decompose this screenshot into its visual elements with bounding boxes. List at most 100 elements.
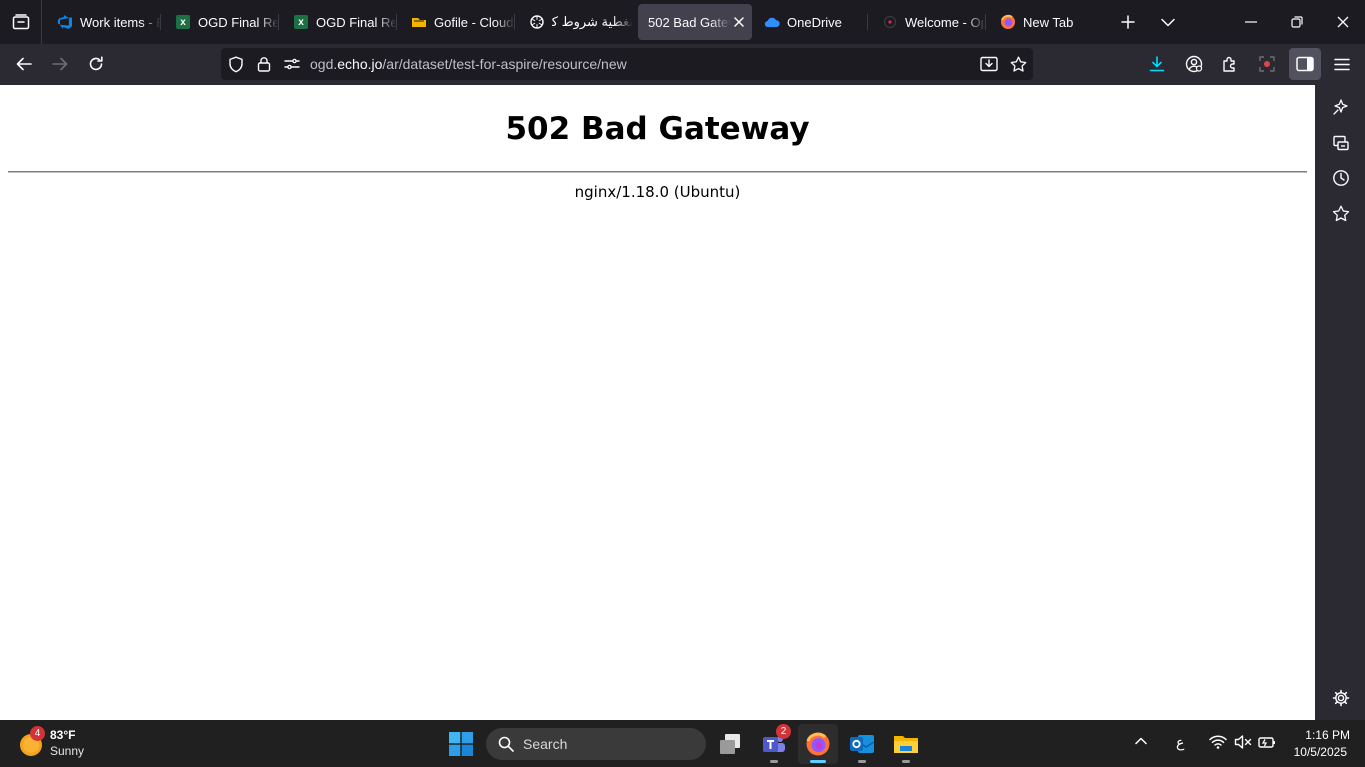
extensions-button[interactable]: [1214, 48, 1246, 80]
outlook-icon: [850, 735, 875, 753]
tab-opera-welcome[interactable]: Welcome - Opera: [872, 4, 986, 40]
downloads-button[interactable]: [1141, 48, 1173, 80]
onedrive-icon: [764, 14, 780, 30]
tab-label: Welcome - Opera: [905, 14, 986, 30]
firefox-icon: [806, 732, 830, 756]
tab-502-bad-gateway[interactable]: 502 Bad Gateway: [638, 4, 752, 40]
address-bar[interactable]: ogd.echo.jo/ar/dataset/test-for-aspire/r…: [221, 48, 1033, 80]
tab-gofile[interactable]: Gofile - Cloud: [401, 4, 515, 40]
tab-separator: [160, 14, 161, 30]
task-view-button[interactable]: [710, 724, 750, 764]
tab-separator: [985, 14, 986, 30]
tab-ogd-final-report-1[interactable]: x OGD Final Report: [165, 4, 279, 40]
minimize-button[interactable]: [1229, 0, 1273, 44]
tab-chatgpt[interactable]: تغطية شروط كأس: [519, 4, 633, 40]
star-icon: [1010, 56, 1026, 72]
battery-button[interactable]: [1258, 734, 1276, 750]
sidebar-ai-chatbot-button[interactable]: [1328, 94, 1354, 120]
tab-work-items[interactable]: Work items - Boards: [47, 4, 161, 40]
tab-label: Gofile - Cloud: [434, 14, 514, 30]
task-view-icon: [720, 734, 740, 754]
sidebar-synced-tabs-button[interactable]: [1328, 130, 1354, 156]
arrow-right-icon: [52, 57, 68, 71]
puzzle-icon: [1223, 56, 1235, 72]
tab-separator: [278, 14, 279, 30]
sidebar-bookmarks-button[interactable]: [1328, 200, 1354, 226]
back-button[interactable]: [8, 48, 40, 80]
app-menu-button[interactable]: [1326, 48, 1358, 80]
bookmark-page-button[interactable]: [1006, 48, 1030, 80]
firefox-view-icon: [12, 14, 29, 30]
sidebar: [1315, 85, 1365, 720]
firefox-icon: [1000, 14, 1016, 30]
taskbar-search-box[interactable]: Search: [486, 728, 706, 760]
volume-muted-icon: [1234, 735, 1252, 749]
tracking-protection-button[interactable]: [224, 48, 248, 80]
clock-time[interactable]: 1:16 PM: [1290, 728, 1350, 742]
install-page-button[interactable]: [977, 48, 1001, 80]
volume-button[interactable]: [1234, 734, 1252, 750]
network-button[interactable]: [1209, 734, 1227, 750]
show-hidden-icons-button[interactable]: [1134, 734, 1148, 748]
sidebar-toggle-button[interactable]: [1289, 48, 1321, 80]
tab-separator: [396, 14, 397, 30]
running-indicator: [902, 760, 910, 763]
star-icon: [1332, 205, 1350, 221]
url-text[interactable]: ogd.echo.jo/ar/dataset/test-for-aspire/r…: [310, 48, 627, 80]
page-content: 502 Bad Gateway nginx/1.18.0 (Ubuntu): [0, 85, 1315, 720]
divider: [8, 171, 1307, 173]
site-security-button[interactable]: [252, 48, 276, 80]
hamburger-menu-icon: [1334, 58, 1350, 70]
server-signature: nginx/1.18.0 (Ubuntu): [574, 183, 741, 201]
download-icon: [1149, 56, 1165, 72]
tab-label: تغطية شروط كأس: [552, 14, 633, 29]
url-host: echo.jo: [337, 56, 383, 72]
forward-button[interactable]: [44, 48, 76, 80]
url-prefix: ogd.: [310, 56, 338, 72]
excel-icon: x: [293, 14, 309, 30]
screenshot-button[interactable]: [1251, 48, 1283, 80]
synced-tabs-icon: [1333, 135, 1349, 151]
outlook-app-button[interactable]: [842, 724, 882, 764]
tab-label: OGD Final Report: [198, 14, 279, 30]
navigation-toolbar: ogd.echo.jo/ar/dataset/test-for-aspire/r…: [0, 44, 1365, 85]
tab-ogd-final-report-2[interactable]: x OGD Final Report: [283, 4, 397, 40]
start-button[interactable]: [441, 724, 481, 764]
tab-onedrive[interactable]: OneDrive: [754, 4, 868, 40]
list-all-tabs-button[interactable]: [1153, 6, 1183, 38]
running-indicator: [770, 760, 778, 763]
running-indicator: [858, 760, 866, 763]
shield-icon: [229, 56, 243, 72]
input-language-indicator[interactable]: ع: [1176, 734, 1184, 751]
tab-separator: [514, 14, 515, 30]
chevron-up-icon: [1135, 737, 1147, 745]
firefox-view-button[interactable]: [0, 0, 42, 44]
file-explorer-app-button[interactable]: [886, 724, 926, 764]
search-label: Search: [523, 736, 568, 752]
tab-new-tab[interactable]: New Tab: [990, 4, 1104, 40]
tab-label: OneDrive: [787, 14, 842, 30]
restore-button[interactable]: [1275, 0, 1319, 44]
new-tab-button[interactable]: [1113, 6, 1143, 38]
firefox-app-button[interactable]: [798, 724, 838, 764]
azure-devops-icon: [57, 14, 73, 30]
sidebar-history-button[interactable]: [1328, 165, 1354, 191]
install-icon: [980, 56, 998, 72]
close-window-button[interactable]: [1321, 0, 1365, 44]
clock-date[interactable]: 10/5/2025: [1283, 745, 1347, 759]
close-tab-button[interactable]: [731, 13, 746, 31]
chevron-down-icon: [1161, 18, 1175, 26]
close-icon: [733, 17, 744, 27]
account-button[interactable]: [1178, 48, 1210, 80]
close-icon: [1337, 16, 1349, 28]
screenshot-icon: [1259, 56, 1275, 72]
tab-label: Work items - Boards: [80, 14, 161, 30]
sidebar-customize-button[interactable]: [1328, 685, 1354, 711]
sidebar-icon: [1296, 56, 1314, 72]
permissions-button[interactable]: [280, 48, 304, 80]
reload-button[interactable]: [80, 48, 112, 80]
tab-strip: Work items - Boards x OGD Final Report x…: [0, 0, 1365, 44]
search-icon: [498, 736, 514, 752]
folder-icon: [894, 736, 918, 753]
teams-app-button[interactable]: 2: [754, 724, 794, 764]
